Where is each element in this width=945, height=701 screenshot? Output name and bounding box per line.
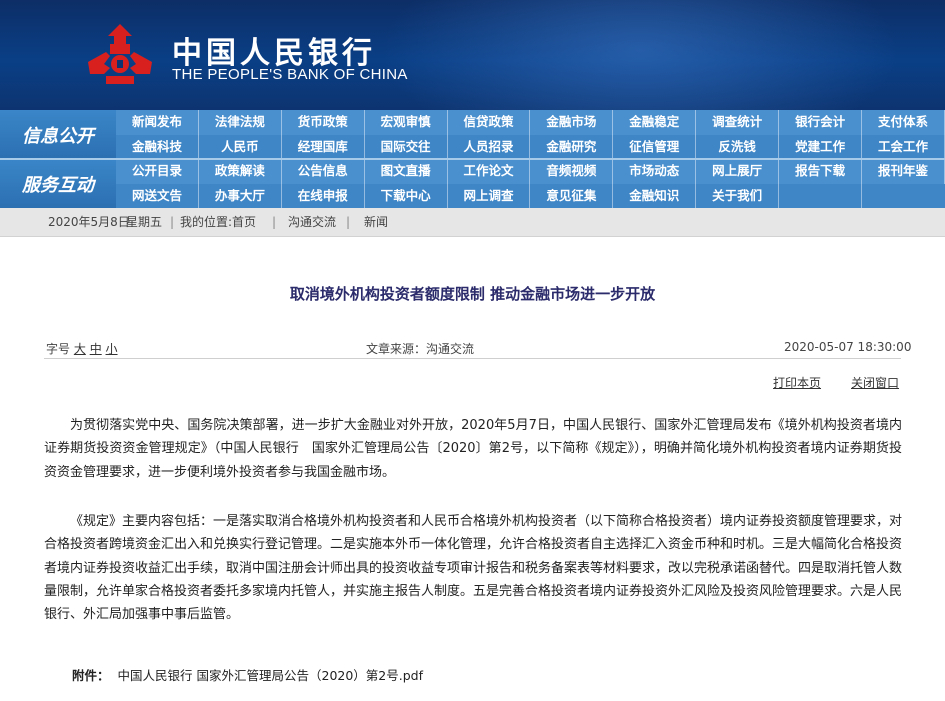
pbc-logo-icon[interactable] <box>84 22 156 86</box>
nav-item-report-download[interactable]: 报告下载 <box>779 159 863 184</box>
nav-item-yearbooks[interactable]: 报刊年鉴 <box>862 159 945 184</box>
nav-item-live[interactable]: 图文直播 <box>365 159 448 184</box>
breadcrumb-level2[interactable]: 新闻 <box>364 208 388 236</box>
attachment-label: 附件： <box>72 668 110 683</box>
article-source: 文章来源：沟通交流 <box>366 342 475 356</box>
nav-item-monetary-policy[interactable]: 货币政策 <box>282 110 365 135</box>
nav-item-union[interactable]: 工会工作 <box>862 134 945 159</box>
nav-item-market-updates[interactable]: 市场动态 <box>613 159 697 184</box>
nav-item-download-center[interactable]: 下载中心 <box>365 183 448 208</box>
nav-item-aml[interactable]: 反洗钱 <box>696 134 780 159</box>
nav-item-financial-stability[interactable]: 金融稳定 <box>613 110 697 135</box>
nav-row: 新闻发布 法律法规 货币政策 宏观审慎 信贷政策 金融市场 金融稳定 调查统计 … <box>116 110 945 135</box>
nav-item-news[interactable]: 新闻发布 <box>116 110 199 135</box>
site-title-en: THE PEOPLE'S BANK OF CHINA <box>172 66 408 83</box>
nav-item-payment-system[interactable]: 支付体系 <box>862 110 945 135</box>
nav-item-treasury[interactable]: 经理国库 <box>282 134 365 159</box>
font-size-control: 字号 大 中 小 <box>46 340 118 357</box>
main-nav: 信息公开 服务互动 新闻发布 法律法规 货币政策 宏观审慎 信贷政策 金融市场 … <box>0 110 945 208</box>
article-datetime: 2020-05-07 18:30:00 <box>784 340 912 354</box>
article-paragraph: 《规定》主要内容包括：一是落实取消合格境外机构投资者和人民币合格境外机构投资者（… <box>44 514 903 623</box>
nav-item-online-filing[interactable]: 在线申报 <box>282 183 365 208</box>
nav-item-party-building[interactable]: 党建工作 <box>779 134 863 159</box>
print-page-link[interactable]: 打印本页 <box>773 374 821 391</box>
nav-item-recruitment[interactable]: 人员招录 <box>448 134 531 159</box>
breadcrumb-home[interactable]: 我的位置:首页 <box>180 208 256 236</box>
article-title: 取消境外机构投资者额度限制 推动金融市场进一步开放 <box>289 285 656 303</box>
current-weekday: 星期五 <box>126 215 163 229</box>
nav-item-laws[interactable]: 法律法规 <box>199 110 282 135</box>
breadcrumb: 2020年5月8日 星期五 | 我的位置:首页 | 沟通交流 | 新闻 <box>0 208 945 237</box>
article-paragraph: 为贯彻落实党中央、国务院决策部署，进一步扩大金融业对外开放，2020年5月7日，… <box>44 418 902 480</box>
attachment-link[interactable]: 中国人民银行 国家外汇管理局公告（2020）第2号.pdf <box>118 668 423 683</box>
nav-item-online-exhibit[interactable]: 网上展厅 <box>696 159 780 184</box>
site-header: 中国人民银行 THE PEOPLE'S BANK OF CHINA <box>0 0 945 110</box>
nav-item-international[interactable]: 国际交往 <box>365 134 448 159</box>
nav-item-policy-interpretation[interactable]: 政策解读 <box>199 159 282 184</box>
nav-item-macroprudential[interactable]: 宏观审慎 <box>365 110 448 135</box>
nav-item-credit-reference[interactable]: 征信管理 <box>613 134 697 159</box>
nav-item-credit-policy[interactable]: 信贷政策 <box>448 110 531 135</box>
breadcrumb-separator: | <box>170 215 175 229</box>
nav-item-public-catalog[interactable]: 公开目录 <box>116 159 199 184</box>
nav-item-media[interactable]: 音频视频 <box>530 159 614 184</box>
nav-item-documents[interactable]: 网送文告 <box>116 183 199 208</box>
font-size-large[interactable]: 大 <box>74 342 86 356</box>
nav-item-bank-accounting[interactable]: 银行会计 <box>779 110 863 135</box>
nav-section-info-disclosure[interactable]: 信息公开 <box>0 110 116 159</box>
nav-item-empty <box>862 184 945 209</box>
nav-item-statistics[interactable]: 调查统计 <box>696 110 780 135</box>
nav-item-working-papers[interactable]: 工作论文 <box>448 159 531 184</box>
nav-item-empty <box>779 183 863 208</box>
font-size-small[interactable]: 小 <box>106 342 118 356</box>
breadcrumb-level1[interactable]: 沟通交流 <box>288 208 336 236</box>
font-size-label: 字号 <box>46 342 71 356</box>
nav-divider <box>0 158 945 160</box>
nav-item-opinion-collection[interactable]: 意见征集 <box>530 183 614 208</box>
nav-item-announcements[interactable]: 公告信息 <box>282 159 365 184</box>
nav-item-financial-market[interactable]: 金融市场 <box>530 110 614 135</box>
nav-item-financial-knowledge[interactable]: 金融知识 <box>613 183 697 208</box>
close-window-link[interactable]: 关闭窗口 <box>851 374 899 391</box>
breadcrumb-separator: | <box>272 215 277 229</box>
current-date: 2020年5月8日 <box>48 215 130 229</box>
nav-item-online-survey[interactable]: 网上调查 <box>448 183 531 208</box>
nav-item-service-hall[interactable]: 办事大厅 <box>199 183 282 208</box>
attachment: 附件： 中国人民银行 国家外汇管理局公告（2020）第2号.pdf <box>72 665 423 684</box>
nav-row: 网送文告 办事大厅 在线申报 下载中心 网上调查 意见征集 金融知识 关于我们 <box>116 183 945 209</box>
meta-divider <box>44 358 901 359</box>
nav-section-service-interaction[interactable]: 服务互动 <box>0 159 116 208</box>
nav-row: 金融科技 人民币 经理国库 国际交往 人员招录 金融研究 征信管理 反洗钱 党建… <box>116 134 945 159</box>
nav-item-about-us[interactable]: 关于我们 <box>696 183 780 208</box>
font-size-medium[interactable]: 中 <box>90 342 102 356</box>
header-glow <box>380 0 900 110</box>
nav-item-research[interactable]: 金融研究 <box>530 134 614 159</box>
nav-row: 公开目录 政策解读 公告信息 图文直播 工作论文 音频视频 市场动态 网上展厅 … <box>116 159 945 184</box>
nav-item-fintech[interactable]: 金融科技 <box>116 134 199 159</box>
breadcrumb-separator: | <box>346 215 351 229</box>
nav-item-rmb[interactable]: 人民币 <box>199 134 282 159</box>
